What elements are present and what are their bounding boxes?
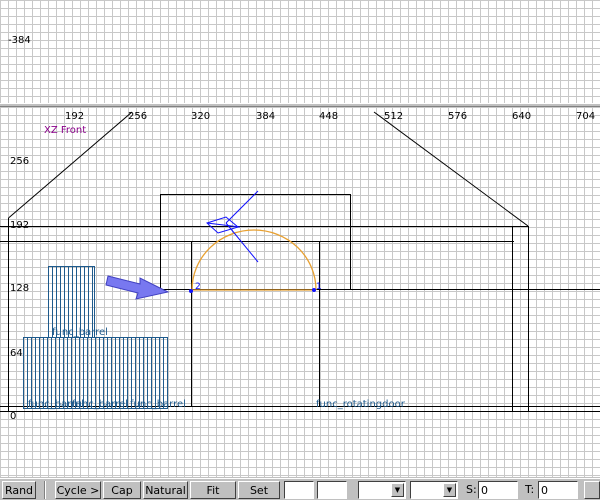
point-label: 1 [316, 282, 322, 292]
first-dropdown[interactable]: ▼ [358, 481, 406, 499]
y-tick-label: 64 [10, 348, 23, 359]
t-label: T: [525, 483, 535, 496]
front-grid-canvas[interactable]: 192 256 320 384 448 512 576 640 704 256 … [0, 107, 600, 477]
front-viewport[interactable]: 192 256 320 384 448 512 576 640 704 256 … [0, 107, 600, 477]
second-dropdown[interactable]: ▼ [410, 481, 458, 499]
entity-label: func_rotatingdoor [316, 399, 406, 410]
x-tick-label: 320 [191, 111, 210, 122]
y-tick-label: 256 [10, 156, 29, 167]
cycle-button[interactable]: Cycle > [55, 481, 101, 499]
y-tick-label: 192 [10, 220, 29, 231]
y-tick-label: 128 [10, 283, 29, 294]
entity-label: func_barrel [72, 399, 128, 410]
rand-button[interactable]: Rand [2, 481, 36, 499]
toolbar-overflow-button[interactable] [584, 481, 600, 499]
fit-width-field[interactable] [284, 481, 314, 499]
surface-toolbar: Rand Cycle > Cap Natural Fit Set ▼ ▼ S: … [0, 478, 600, 500]
top-coord-label: -384 [8, 35, 31, 46]
natural-button[interactable]: Natural [143, 481, 188, 499]
cap-button[interactable]: Cap [103, 481, 141, 499]
toolbar-separator [44, 481, 46, 499]
point-label: 2 [195, 282, 201, 292]
fit-button[interactable]: Fit [190, 481, 236, 499]
x-tick-label: 192 [65, 111, 84, 122]
t-field[interactable]: 0 [538, 481, 578, 499]
barrel-bottom-stripes [27, 338, 164, 408]
x-tick-label: 704 [576, 111, 595, 122]
x-tick-label: 576 [448, 111, 467, 122]
chevron-down-icon[interactable]: ▼ [391, 483, 404, 497]
fit-height-field[interactable] [317, 481, 347, 499]
point-2-marker[interactable] [189, 289, 193, 293]
view-label: XZ Front [44, 125, 86, 136]
s-field[interactable]: 0 [478, 481, 518, 499]
chevron-down-icon[interactable]: ▼ [443, 483, 456, 497]
y-tick-label: 0 [10, 411, 16, 422]
x-tick-label: 640 [512, 111, 531, 122]
s-label: S: [466, 483, 477, 496]
x-tick-label: 448 [319, 111, 338, 122]
top-grid-background [0, 0, 600, 103]
set-button[interactable]: Set [238, 481, 280, 499]
x-tick-label: 512 [384, 111, 403, 122]
x-tick-label: 384 [256, 111, 275, 122]
entity-label: func_barrel [130, 399, 186, 410]
top-grid-canvas[interactable]: -384 [0, 0, 600, 103]
x-axis-labels: 192 256 320 384 448 512 576 640 704 [65, 111, 595, 122]
top-viewport[interactable]: -384 [0, 0, 600, 104]
entity-label: func_barrel [52, 327, 108, 338]
